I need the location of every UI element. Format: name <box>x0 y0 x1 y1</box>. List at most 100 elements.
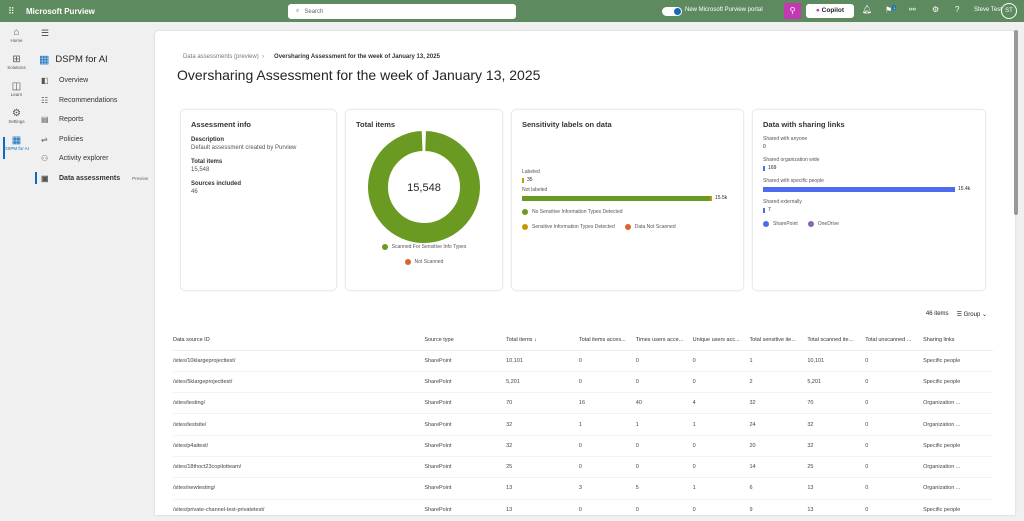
legend-item[interactable]: OneDrive <box>807 221 839 227</box>
breadcrumb-current: Oversharing Assessment for the week of J… <box>274 54 440 60</box>
table-cell: 0 <box>635 456 693 479</box>
legend-item[interactable]: Sensitive Information Types Detected <box>522 224 615 230</box>
scrollbar[interactable] <box>1014 30 1018 215</box>
copilot-pin-icon[interactable]: ⚲ <box>784 3 801 19</box>
bar[interactable] <box>763 207 765 213</box>
rail-dspm[interactable]: ▦ DSPM for AI <box>0 135 33 159</box>
search-input[interactable]: ⌕ Search <box>288 4 516 19</box>
table-cell[interactable]: /sites/10klargeprojecttest/ <box>173 350 425 372</box>
column-header[interactable]: Total unscanned ... <box>865 331 924 351</box>
table-cell: SharePoint <box>424 477 507 500</box>
bar[interactable] <box>763 186 955 192</box>
table-cell[interactable]: /sites/testsite/ <box>173 413 425 436</box>
bell-icon[interactable]: 🔔︎ <box>862 5 872 14</box>
card-title: Sensitivity labels on data <box>522 120 612 129</box>
table-cell[interactable]: /sites/newtesting/ <box>173 477 425 500</box>
column-header[interactable]: Total items acces... <box>578 331 636 351</box>
total-items-value: 15,548 <box>191 167 210 173</box>
table-cell: 0 <box>865 392 924 415</box>
app-title[interactable]: Microsoft Purview <box>26 7 95 16</box>
legend-dot <box>381 244 388 250</box>
legend-item[interactable]: SharePoint <box>763 221 798 227</box>
nav-item-data-assessments[interactable]: ▣ Data assessments Preview <box>34 171 148 184</box>
table-cell[interactable]: /sites/18thoct23copilotteam/ <box>173 456 425 479</box>
table-cell: 20 <box>749 435 808 457</box>
table-cell: 10,101 <box>807 350 866 372</box>
group-button[interactable]: ☰ Group ⌄ <box>957 311 987 318</box>
legend-label: Scanned For Sensitive Info Types <box>391 244 467 250</box>
table-row[interactable]: /sites/18thoct23copilotteam/SharePoint 25… <box>173 456 993 479</box>
rail-learn[interactable]: ◫ Learn <box>0 81 33 97</box>
table-cell: 0 <box>865 371 924 394</box>
nav-item-recommendations[interactable]: ☷ Recommendations <box>41 96 117 105</box>
rail-settings[interactable]: ⚙ Settings <box>0 108 33 124</box>
legend-dot <box>522 224 528 230</box>
table-cell[interactable]: /sites/5klargeprojecttest/ <box>173 371 425 394</box>
table-cell: Organization ... <box>923 456 993 479</box>
card-title: Total items <box>356 120 396 129</box>
table-cell: 0 <box>578 371 636 394</box>
bar-label: Not labeled <box>522 187 548 193</box>
table-row[interactable]: /sites/private-channel-test-privatetest/… <box>173 499 993 521</box>
notifications-icon[interactable]: ⚑1 <box>885 5 897 15</box>
legend-item[interactable]: Data Not Scanned <box>624 224 676 230</box>
copilot-button[interactable]: ● Copilot <box>806 4 854 18</box>
legend-item[interactable]: No Sensitive Information Types Detected <box>522 209 623 215</box>
nav-icon: ⇌ <box>41 134 48 144</box>
card-title: Data with sharing links <box>763 120 845 129</box>
nav-item-policies[interactable]: ⇌ Policies <box>41 135 83 144</box>
column-header[interactable]: Sharing links <box>923 331 993 351</box>
rail-home[interactable]: ⌂ Home <box>0 27 33 43</box>
nav-item-overview[interactable]: ◧ Overview <box>41 76 88 85</box>
column-header[interactable]: Total scanned ite... <box>807 331 866 351</box>
data-sources-table: Data source ID Source type Total items ↓ To… <box>173 331 993 521</box>
nav-item-reports[interactable]: ▤ Reports <box>41 115 84 124</box>
new-portal-toggle[interactable] <box>662 7 682 16</box>
nav-label: Overview <box>59 77 89 84</box>
table-row[interactable]: /sites/5klargeprojecttest/SharePoint 5,20… <box>173 371 993 394</box>
rail-solutions[interactable]: ⊞ Solutions <box>0 54 33 70</box>
app-launcher-icon[interactable]: ⠿ <box>8 6 18 17</box>
hamburger-icon[interactable]: ☰ <box>41 28 49 39</box>
table-row[interactable]: /sites/testing/SharePoint 70 16 40 4 32 70 0 Org… <box>173 392 993 415</box>
avatar[interactable]: ST <box>1001 3 1017 19</box>
bar[interactable] <box>522 195 712 201</box>
column-header[interactable]: Total sensitive ite... <box>749 331 808 351</box>
table-row[interactable]: /sites/newtesting/SharePoint 13 3 5 1 6 13 0 Org… <box>173 477 993 500</box>
column-header[interactable]: Times users acce... <box>635 331 693 351</box>
legend-item[interactable]: Not Scanned <box>404 259 443 265</box>
app-rail: ⌂ Home ⊞ Solutions ◫ Learn ⚙ Settings ▦ DSPM for … <box>0 22 33 515</box>
gear-icon[interactable]: ⚙ <box>932 5 939 14</box>
bar[interactable] <box>522 177 524 183</box>
column-header[interactable]: Total items ↓ <box>506 331 579 351</box>
table-cell: 2 <box>749 371 808 394</box>
nav-item-activity-explorer[interactable]: ⚇ Activity explorer <box>41 154 108 163</box>
table-row[interactable]: /sites/testsite/SharePoint 32 1 1 1 24 32 0 Orga… <box>173 413 993 436</box>
total-items-card: Total items 15,548 Scanned For Sensitive… <box>346 110 502 290</box>
legend-dot <box>624 224 631 230</box>
table-cell: 14 <box>749 456 808 479</box>
table-cell: Specific people <box>923 350 993 372</box>
bar[interactable] <box>763 165 766 171</box>
card-title: Assessment info <box>191 120 252 129</box>
user-name[interactable]: Steve Test <box>974 7 1002 13</box>
help-icon[interactable]: ? <box>955 5 959 14</box>
table-cell: 10,101 <box>506 350 579 372</box>
bar-value: 0 <box>763 144 766 150</box>
page-title: Oversharing Assessment for the week of J… <box>177 67 541 83</box>
table-cell: 3 <box>578 477 636 500</box>
table-cell[interactable]: /sites/private-channel-test-privatetest/ <box>173 499 425 521</box>
table-cell: SharePoint <box>424 371 507 394</box>
table-cell[interactable]: /sites/testing/ <box>173 392 425 415</box>
legend-dot <box>404 259 411 265</box>
column-header[interactable]: Source type <box>424 331 507 351</box>
table-row[interactable]: /sites/10klargeprojecttest/SharePoint 10,… <box>173 350 993 372</box>
table-row[interactable]: /sites/p4aitest/SharePoint 32 0 0 0 20 32 0 Spec… <box>173 435 993 457</box>
breadcrumb-parent[interactable]: Data assessments (preview) <box>183 54 259 60</box>
column-header[interactable]: Unique users acc... <box>692 331 750 351</box>
nav-icon: ▤ <box>41 115 49 124</box>
table-cell[interactable]: /sites/p4aitest/ <box>173 435 425 457</box>
legend-item[interactable]: Scanned For Sensitive Info Types <box>381 244 467 250</box>
column-header[interactable]: Data source ID <box>173 331 425 351</box>
link-icon[interactable]: ⚯ <box>909 5 916 14</box>
